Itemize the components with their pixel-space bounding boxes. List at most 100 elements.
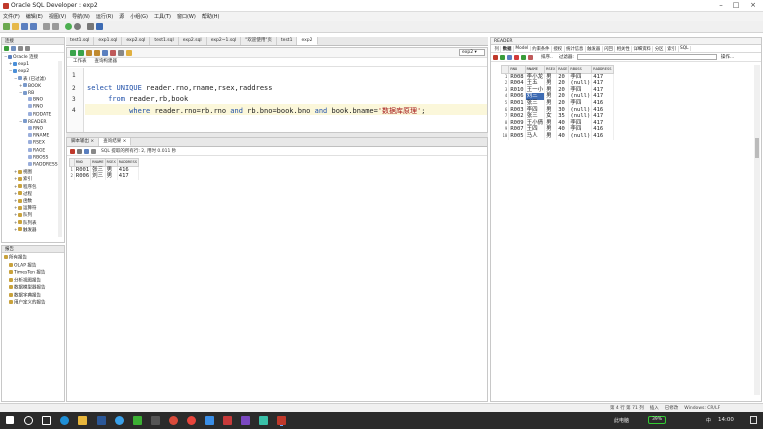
- tree-node[interactable]: BNO: [24, 97, 43, 103]
- menu-item[interactable]: 小组(G): [130, 13, 148, 20]
- tree-node[interactable]: + BOOK: [19, 83, 41, 89]
- rollback-icon[interactable]: [528, 54, 533, 60]
- rollback-icon[interactable]: [110, 49, 116, 56]
- menu-item[interactable]: 运行(R): [96, 13, 113, 20]
- insert-row-icon[interactable]: [507, 54, 512, 60]
- redo-icon[interactable]: [52, 23, 59, 30]
- editor-tab[interactable]: test1.sql: [66, 37, 95, 45]
- table-cell[interactable]: R008: [508, 73, 526, 81]
- report-node[interactable]: OLAP 报告: [9, 262, 36, 269]
- report-node[interactable]: TimesTen 报告: [9, 270, 45, 276]
- tree-node[interactable]: + 索引: [14, 176, 32, 182]
- table-cell[interactable]: 男: [544, 132, 558, 140]
- table-cell[interactable]: 40: [556, 132, 570, 140]
- report-node[interactable]: 数据字典报告: [9, 292, 41, 299]
- table-cell[interactable]: 40: [556, 126, 570, 133]
- sql-icon[interactable]: [91, 148, 96, 154]
- menu-item[interactable]: 文件(F): [3, 13, 20, 20]
- column-header[interactable]: RAGE: [556, 65, 570, 74]
- table-cell[interactable]: 马人: [525, 132, 546, 140]
- table-cell[interactable]: 女: [544, 113, 558, 120]
- sql-monitor-icon[interactable]: [96, 23, 103, 30]
- table-cell[interactable]: R003: [508, 106, 526, 114]
- table-row[interactable]: 7 R002 张三女 35 (null) 417: [501, 113, 614, 120]
- wechat-icon[interactable]: [133, 416, 142, 425]
- column-header[interactable]: RBOSS: [568, 65, 593, 74]
- run-script-icon[interactable]: [78, 49, 84, 56]
- new-file-icon[interactable]: [3, 23, 10, 30]
- sort-button[interactable]: 排序..: [541, 54, 553, 60]
- table-cell[interactable]: (null): [568, 80, 593, 87]
- editor-tab[interactable]: "欢迎使用"页: [241, 37, 277, 45]
- search-icon[interactable]: [24, 416, 33, 425]
- edge-icon[interactable]: [60, 416, 69, 425]
- table-cell[interactable]: 35: [556, 113, 570, 120]
- table-cell[interactable]: 20: [556, 86, 570, 94]
- autotrace-icon[interactable]: [94, 49, 100, 56]
- reader-data-grid[interactable]: RNO RNAME RSEX RAGE RBOSS RADDRESS 1 R008 李小龙男 20…: [500, 65, 614, 140]
- column-header[interactable]: RNO: [73, 158, 92, 167]
- report-node[interactable]: 所有报告: [4, 255, 27, 261]
- tree-node[interactable]: RNAME: [24, 133, 49, 139]
- table-cell[interactable]: 416: [117, 166, 140, 174]
- table-cell[interactable]: 416: [591, 99, 614, 107]
- table-row[interactable]: 3 R010 王一小男 20 李四 417: [501, 86, 614, 94]
- connection-selector[interactable]: exp2 ▾: [459, 49, 485, 56]
- tree-node[interactable]: − READER: [19, 119, 46, 125]
- reader-tab[interactable]: 约束条件: [531, 45, 552, 52]
- table-cell[interactable]: (null): [568, 113, 593, 120]
- reader-tab[interactable]: 详细资料: [632, 45, 654, 52]
- tree-node[interactable]: + 触发器: [14, 227, 37, 233]
- column-header[interactable]: RSEX: [544, 65, 558, 74]
- tree-node[interactable]: RADDRESS: [24, 162, 58, 168]
- column-header[interactable]: RADDRESS: [116, 158, 140, 167]
- battery-indicator[interactable]: 39%: [648, 416, 666, 424]
- word-icon[interactable]: [97, 416, 106, 425]
- undo-icon[interactable]: [43, 23, 50, 30]
- table-cell[interactable]: 张三: [525, 113, 546, 120]
- table-row[interactable]: 2 R004 王五男 20 (null) 417: [501, 80, 614, 87]
- table-cell[interactable]: 417: [117, 173, 140, 180]
- table-cell[interactable]: 张三: [525, 99, 546, 107]
- tree-node[interactable]: RNO: [24, 104, 43, 110]
- reader-tab[interactable]: 触发器: [586, 45, 603, 52]
- tree-node[interactable]: + 运算符: [14, 205, 37, 211]
- table-cell[interactable]: 刘三: [90, 173, 106, 180]
- explain-plan-icon[interactable]: [86, 49, 92, 56]
- table-cell[interactable]: 417: [591, 86, 614, 94]
- table-cell[interactable]: 417: [591, 119, 614, 127]
- column-header[interactable]: RSEX: [104, 158, 118, 167]
- report-node[interactable]: 分析视图报告: [9, 277, 41, 284]
- table-cell[interactable]: 男: [544, 99, 558, 107]
- tree-node[interactable]: + exp1: [9, 61, 29, 67]
- input-language[interactable]: 中: [706, 417, 711, 424]
- tree-scrollbar[interactable]: [58, 61, 62, 237]
- code-editor[interactable]: 1 2 select UNIQUE reader.rno,rname,rsex,ra…: [67, 68, 487, 132]
- tree-node[interactable]: + 程序包: [14, 184, 37, 190]
- refresh-icon[interactable]: [11, 46, 16, 51]
- table-cell[interactable]: 416: [591, 126, 614, 133]
- qq-icon[interactable]: [115, 416, 124, 425]
- commit-icon[interactable]: [102, 49, 108, 56]
- task-view-icon[interactable]: [42, 416, 51, 425]
- editor-tab[interactable]: exp2.sql: [122, 37, 151, 45]
- table-cell[interactable]: R006: [74, 173, 92, 180]
- print-icon[interactable]: [77, 148, 82, 154]
- add-connection-icon[interactable]: [4, 46, 9, 51]
- commit-icon[interactable]: [521, 54, 526, 60]
- table-cell[interactable]: 男: [544, 126, 558, 133]
- table-cell[interactable]: 417: [591, 93, 614, 100]
- reader-tab[interactable]: SQL: [679, 46, 692, 51]
- report-node[interactable]: 数据模型器报告: [9, 285, 46, 291]
- export-icon[interactable]: [84, 148, 89, 154]
- reader-tab[interactable]: Model: [514, 46, 531, 51]
- table-row[interactable]: 6 R003 李四男 30 (null) 416: [501, 106, 614, 114]
- table-cell[interactable]: R002: [508, 113, 526, 120]
- close-button[interactable]: ×: [748, 1, 758, 10]
- column-header[interactable]: RNO: [508, 65, 526, 74]
- pin-icon[interactable]: [70, 148, 75, 154]
- editor-tab[interactable]: test1: [276, 37, 298, 45]
- browser-icon[interactable]: [169, 416, 178, 425]
- table-cell[interactable]: R004: [508, 80, 526, 87]
- tree-node[interactable]: − 表 (已过滤): [14, 76, 46, 82]
